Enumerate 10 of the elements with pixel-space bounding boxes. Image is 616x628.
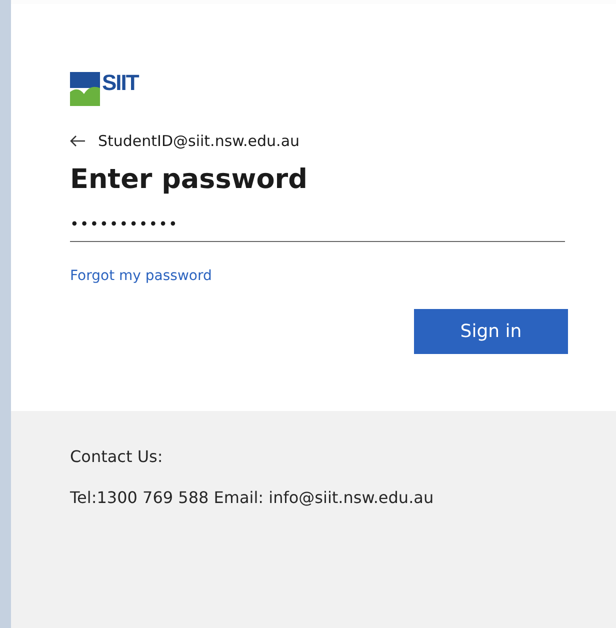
contact-heading: Contact Us: bbox=[70, 447, 164, 466]
account-email: StudentID@siit.nsw.edu.au bbox=[98, 132, 300, 150]
password-field[interactable]: ••••••••••• bbox=[70, 209, 565, 242]
logo-icon bbox=[70, 72, 100, 106]
logo-text: SIIT bbox=[102, 72, 138, 94]
forgot-password-link[interactable]: Forgot my password bbox=[70, 268, 212, 284]
contact-details: Tel:1300 769 588 Email: info@siit.nsw.edu.au bbox=[70, 488, 435, 507]
back-arrow-icon[interactable] bbox=[70, 135, 86, 147]
sign-in-button[interactable]: Sign in bbox=[414, 309, 568, 354]
page-title: Enter password bbox=[70, 164, 308, 195]
